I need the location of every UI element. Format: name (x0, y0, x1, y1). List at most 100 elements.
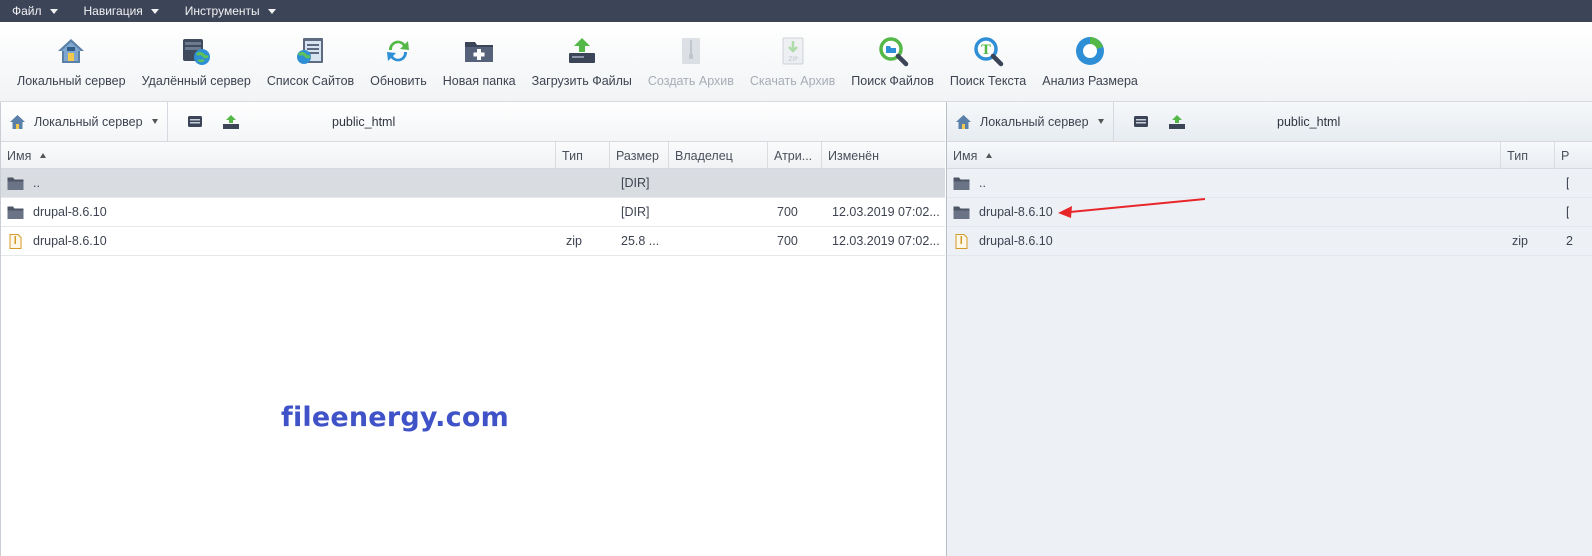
table-row[interactable]: drupal-8.6.10 [DIR] 700 12.03.2019 07:02… (1, 198, 945, 227)
col-type[interactable]: Тип (556, 142, 610, 169)
zip-file-icon (955, 234, 968, 249)
site-list-button[interactable]: Список Сайтов (259, 22, 362, 101)
annotation-arrow (1058, 198, 1206, 218)
table-row[interactable]: drupal-8.6.10 zip 25.8 ... 700 12.03.201… (1, 227, 945, 256)
home-icon (10, 114, 25, 129)
menu-file-label: Файл (12, 4, 42, 18)
row-size: [DIR] (621, 205, 650, 219)
col-size[interactable]: Размер (610, 142, 669, 169)
table-row[interactable]: .. [ (947, 169, 1592, 198)
right-column-header: Имя Тип Р (947, 142, 1592, 169)
size-analysis-button[interactable]: Анализ Размера (1034, 22, 1146, 101)
refresh-icon (382, 34, 414, 68)
menu-file[interactable]: Файл (12, 4, 58, 18)
right-path-bar: Локальный сервер public_html (947, 102, 1592, 142)
col-type-label: Тип (562, 148, 583, 163)
left-path-text: public_html (332, 115, 396, 129)
search-text-label: Поиск Текста (949, 74, 1027, 88)
col-name-label: Имя (7, 148, 32, 163)
search-text-icon: T (972, 34, 1004, 68)
menu-tools[interactable]: Инструменты (185, 4, 276, 18)
menubar: Файл Навигация Инструменты (0, 0, 1592, 22)
upload-files-label: Загрузить Файлы (531, 74, 632, 88)
local-server-label: Локальный сервер (17, 74, 126, 88)
up-folder-icon (1169, 114, 1185, 129)
row-name: drupal-8.6.10 (979, 205, 1053, 219)
row-name: drupal-8.6.10 (33, 205, 107, 219)
chevron-down-icon (267, 9, 276, 14)
col-name[interactable]: Имя (947, 142, 1502, 169)
row-size: 2 (1566, 234, 1573, 248)
sort-up-icon (986, 153, 993, 158)
size-analysis-icon (1074, 34, 1106, 68)
menu-navigation-label: Навигация (83, 4, 143, 18)
left-column-header: Имя Тип Размер Владелец Атри... Изменён (1, 142, 945, 169)
zip-file-icon (9, 234, 22, 249)
local-server-button[interactable]: Локальный сервер (9, 22, 134, 101)
row-type: zip (1512, 234, 1528, 248)
table-row[interactable]: .. [DIR] (1, 169, 945, 198)
archive-icon (675, 34, 707, 68)
col-owner[interactable]: Владелец (669, 142, 768, 169)
search-files-icon (877, 34, 909, 68)
search-files-button[interactable]: Поиск Файлов (843, 22, 942, 101)
menu-tools-label: Инструменты (184, 4, 260, 18)
svg-text:ZIP: ZIP (788, 56, 798, 63)
svg-text:T: T (981, 43, 991, 58)
chevron-down-icon (151, 119, 158, 124)
table-row[interactable]: drupal-8.6.10 zip 2 (947, 227, 1592, 256)
menu-navigation[interactable]: Навигация (84, 4, 159, 18)
row-attr: 700 (777, 234, 798, 248)
left-path-bar: Локальный сервер public_html (1, 102, 945, 142)
right-parent-dir-button[interactable] (1168, 113, 1186, 131)
col-modified[interactable]: Изменён (822, 142, 945, 169)
col-attributes-label: Атри... (774, 148, 813, 163)
col-attributes[interactable]: Атри... (768, 142, 822, 169)
upload-files-button[interactable]: Загрузить Файлы (524, 22, 640, 101)
row-size: [ (1566, 205, 1570, 219)
row-type: zip (566, 234, 582, 248)
col-size-label: Р (1561, 148, 1570, 163)
col-type-label: Тип (1507, 148, 1528, 163)
row-attr: 700 (777, 205, 798, 219)
left-parent-dir-button[interactable] (222, 113, 240, 131)
refresh-button[interactable]: Обновить (362, 22, 435, 101)
up-folder-icon (223, 114, 239, 129)
create-archive-button[interactable]: Создать Архив (640, 22, 742, 101)
right-server-label: Локальный сервер (980, 114, 1089, 129)
table-row[interactable]: drupal-8.6.10 [ (947, 198, 1592, 227)
col-size[interactable]: Р (1555, 142, 1592, 169)
site-list-label: Список Сайтов (266, 74, 355, 88)
col-type[interactable]: Тип (1501, 142, 1556, 169)
download-archive-button[interactable]: ZIP Скачать Архив (742, 22, 843, 101)
home-icon (956, 114, 971, 129)
new-folder-icon (463, 34, 495, 68)
new-folder-label: Новая папка (442, 74, 516, 88)
right-pane: Локальный сервер public_html Имя Тип Р .… (946, 102, 1592, 556)
site-list-icon (295, 34, 327, 68)
search-files-label: Поиск Файлов (851, 74, 934, 88)
sort-up-icon (40, 153, 47, 158)
col-name[interactable]: Имя (1, 142, 556, 169)
row-modified: 12.03.2019 07:02... (832, 205, 940, 219)
download-archive-icon: ZIP (777, 34, 809, 68)
right-server-select[interactable]: Локальный сервер (947, 102, 1114, 142)
chevron-down-icon (150, 9, 159, 14)
col-name-label: Имя (953, 148, 978, 163)
new-folder-button[interactable]: Новая папка (435, 22, 524, 101)
create-archive-label: Создать Архив (647, 74, 734, 88)
folder-icon (7, 177, 24, 190)
refresh-label: Обновить (370, 74, 427, 88)
right-drive-button[interactable] (1132, 113, 1150, 131)
download-archive-label: Скачать Архив (749, 74, 836, 88)
drive-icon (1134, 116, 1148, 127)
left-server-label: Локальный сервер (34, 114, 143, 129)
left-drive-button[interactable] (186, 113, 204, 131)
left-server-select[interactable]: Локальный сервер (1, 102, 168, 142)
search-text-button[interactable]: T Поиск Текста (942, 22, 1034, 101)
remote-server-button[interactable]: Удалённый сервер (134, 22, 259, 101)
folder-icon (953, 177, 970, 190)
row-size: [DIR] (621, 176, 650, 190)
remote-server-icon (180, 34, 212, 68)
watermark-text: fileenergy.com (281, 402, 509, 433)
